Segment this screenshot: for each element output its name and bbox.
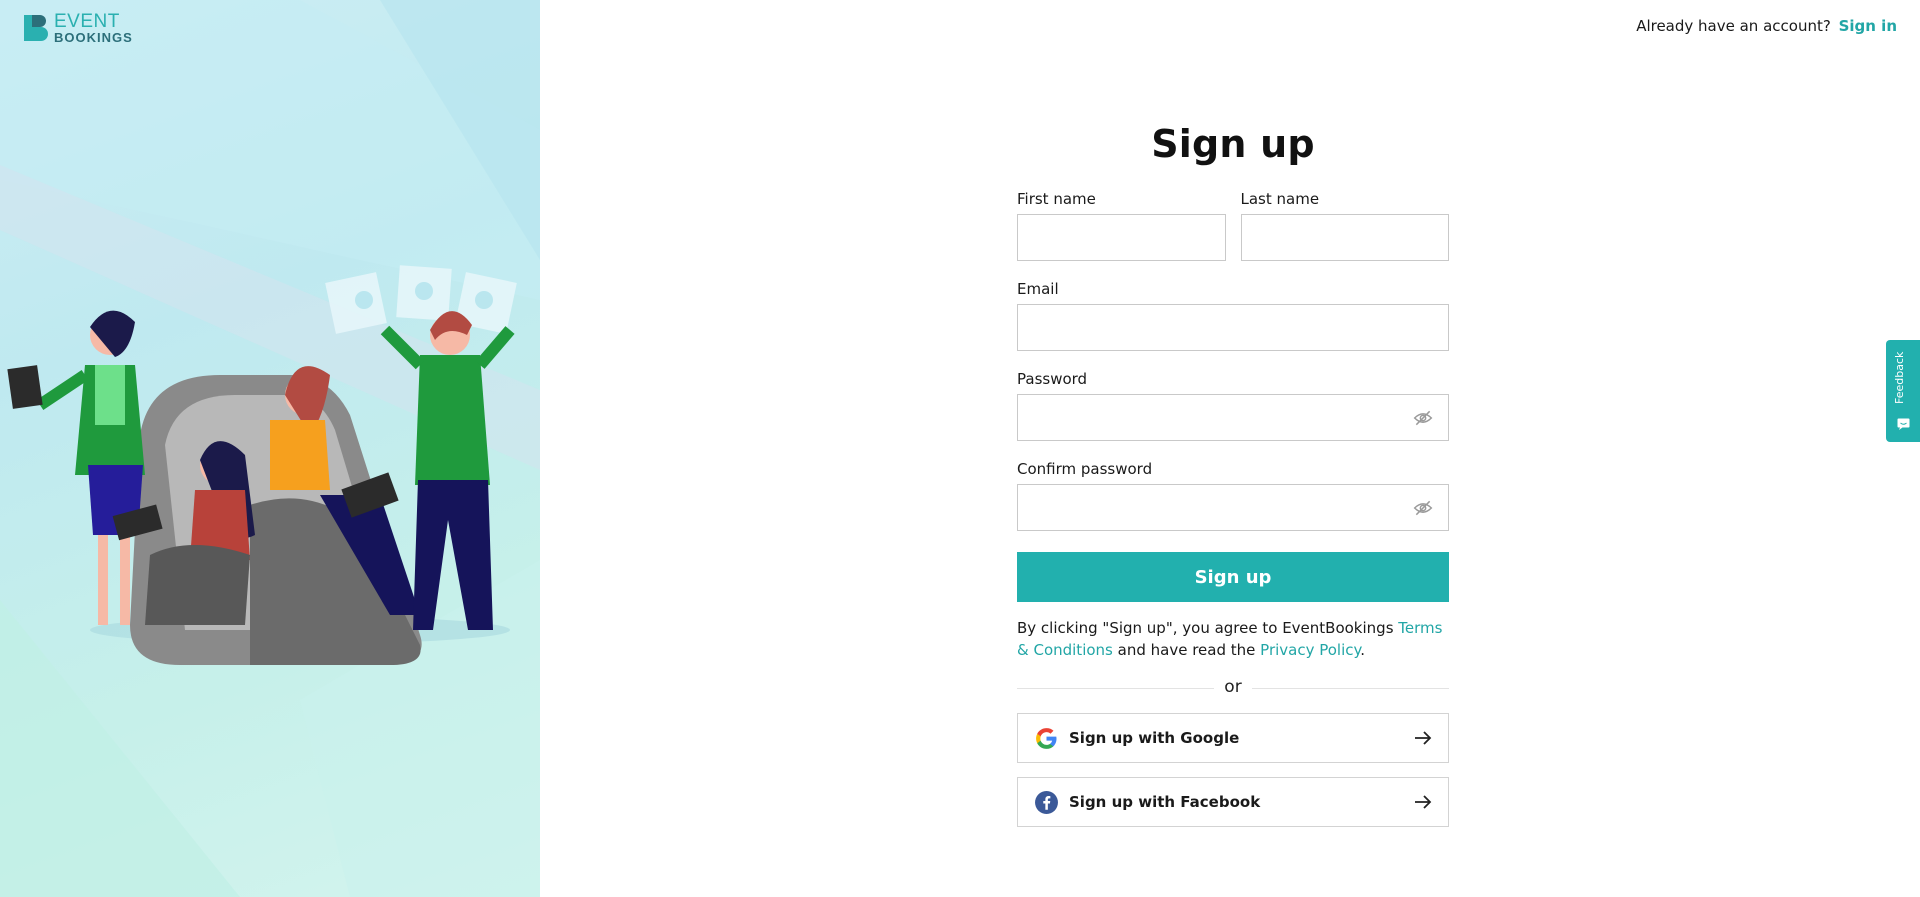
logo-line1: EVENT (54, 11, 120, 32)
feedback-icon (1897, 418, 1910, 430)
last-name-label: Last name (1240, 190, 1320, 208)
brand-logo[interactable]: EVENT BOOKINGS (22, 12, 133, 44)
google-icon (1036, 727, 1057, 749)
password-label: Password (1017, 370, 1088, 388)
signin-prompt-text: Already have an account? (1636, 17, 1831, 35)
signup-button[interactable]: Sign up (1017, 552, 1449, 602)
email-label: Email (1017, 280, 1059, 298)
google-signup-label: Sign up with Google (1069, 729, 1240, 747)
confirm-password-label: Confirm password (1017, 460, 1153, 478)
arrow-right-icon (1415, 795, 1432, 809)
terms-suffix: . (1360, 641, 1366, 659)
google-signup-button[interactable]: Sign up with Google (1017, 713, 1449, 763)
first-name-input[interactable] (1017, 214, 1226, 261)
email-input[interactable] (1017, 304, 1449, 351)
feedback-tab[interactable]: Feedback (1886, 340, 1920, 442)
team-illustration (7, 265, 517, 665)
terms-middle: and have read the (1117, 641, 1256, 659)
or-text: or (1214, 677, 1252, 697)
feedback-label: Feedback (1893, 351, 1906, 405)
eye-off-icon[interactable] (1413, 498, 1433, 518)
facebook-signup-button[interactable]: Sign up with Facebook (1017, 777, 1449, 827)
confirm-password-input[interactable] (1017, 484, 1449, 531)
facebook-signup-label: Sign up with Facebook (1069, 793, 1261, 811)
password-input[interactable] (1017, 394, 1449, 441)
arrow-right-icon (1415, 731, 1432, 745)
first-name-label: First name (1017, 190, 1096, 208)
page-title: Sign up (1151, 122, 1315, 166)
logo-line2: BOOKINGS (54, 30, 133, 45)
signup-form: Sign up First name Last name Email Passw… (1017, 122, 1449, 827)
terms-prefix: By clicking "Sign up", you agree to Even… (1017, 619, 1394, 637)
privacy-link[interactable]: Privacy Policy (1260, 641, 1360, 659)
signin-prompt: Already have an account? Sign in (1636, 17, 1897, 35)
or-divider: or (1017, 677, 1449, 699)
facebook-icon (1035, 790, 1058, 814)
terms-notice: By clicking "Sign up", you agree to Even… (1017, 617, 1449, 661)
logo-mark-icon (24, 15, 48, 41)
hero-panel: EVENT BOOKINGS (0, 0, 540, 897)
signin-link[interactable]: Sign in (1839, 17, 1897, 35)
eye-off-icon[interactable] (1413, 408, 1433, 428)
last-name-input[interactable] (1240, 214, 1449, 261)
